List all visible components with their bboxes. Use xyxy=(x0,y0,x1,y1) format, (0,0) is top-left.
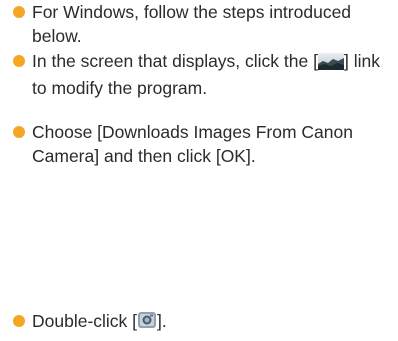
bullet-icon xyxy=(13,126,25,138)
step-text: For Windows, follow the steps introduced… xyxy=(32,2,352,46)
landscape-image-icon[interactable] xyxy=(317,52,344,76)
step-list-item: Choose [Downloads Images From Canon Came… xyxy=(13,120,395,168)
step-text-before: Double-click [ xyxy=(32,311,138,331)
bullet-icon xyxy=(13,315,25,327)
step-text-after: ]. xyxy=(157,311,167,331)
step-list-item: In the screen that displays, click the [… xyxy=(13,49,395,100)
bullet-icon xyxy=(13,6,25,18)
step-list-item: Double-click []. xyxy=(13,309,395,336)
camera-app-icon[interactable] xyxy=(137,310,157,336)
bullet-icon xyxy=(13,55,25,67)
step-list-item: For Windows, follow the steps introduced… xyxy=(13,0,395,48)
step-text-before: In the screen that displays, click the [ xyxy=(32,51,318,71)
step-text: Choose [Downloads Images From Canon Came… xyxy=(32,122,353,166)
